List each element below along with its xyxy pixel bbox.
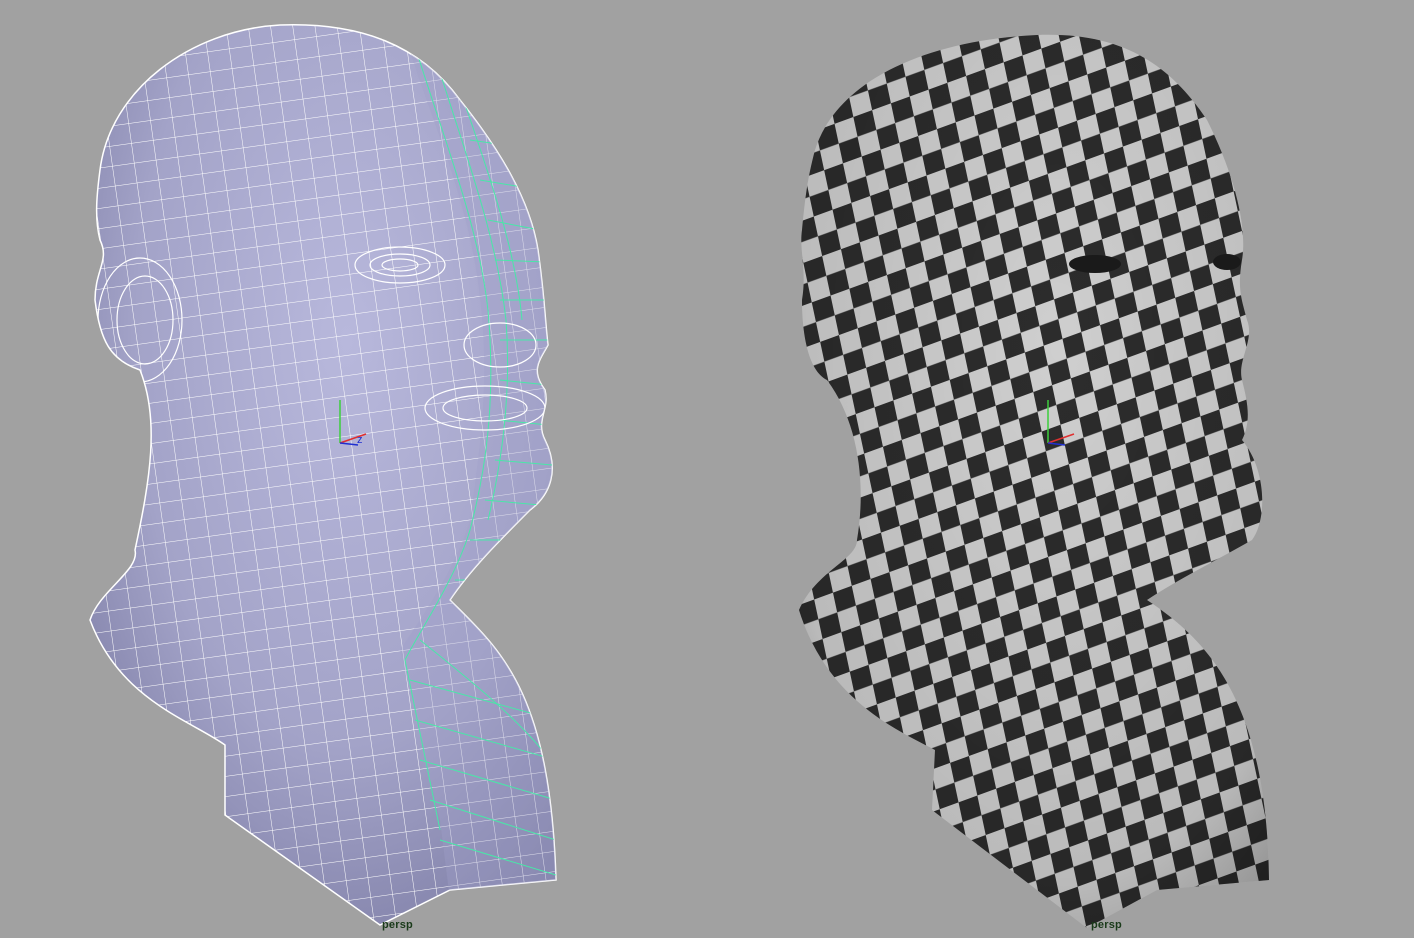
head-mesh-textured[interactable] [799, 34, 1269, 929]
textured-head-render[interactable] [707, 0, 1414, 938]
eye-socket-far [1213, 254, 1241, 270]
head-mesh[interactable] [0, 0, 707, 938]
eye-socket [1069, 255, 1121, 273]
wireframe-head-render[interactable]: z [0, 0, 707, 938]
camera-label: persp [382, 919, 413, 931]
axis-z-label: z [357, 434, 363, 446]
viewport-left[interactable]: z persp [0, 0, 707, 938]
viewport-right[interactable]: persp [707, 0, 1414, 938]
camera-label: persp [1091, 919, 1122, 931]
